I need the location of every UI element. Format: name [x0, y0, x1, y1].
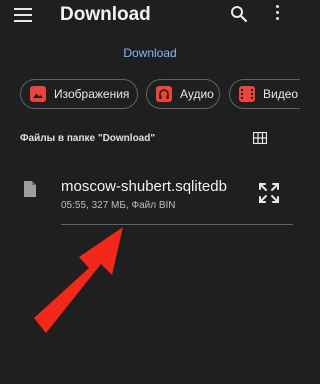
more-vert-icon[interactable]	[272, 5, 282, 25]
breadcrumb[interactable]: Download	[0, 46, 300, 60]
search-icon[interactable]	[230, 5, 248, 23]
filter-chip-images[interactable]: Изображения	[20, 79, 138, 109]
file-meta: 05:55, 327 МБ, Файл BIN	[61, 200, 176, 211]
app-bar: Download	[0, 0, 300, 32]
file-list-item[interactable]: moscow-shubert.sqlitedb 05:55, 327 МБ, Ф…	[0, 168, 300, 228]
filter-chips: Изображения Аудио Видео	[20, 79, 300, 111]
list-divider	[61, 224, 293, 225]
page-title: Download	[60, 4, 151, 25]
filter-chip-label: Аудио	[180, 87, 214, 101]
filter-chip-label: Изображения	[54, 87, 130, 101]
section-heading: Файлы в папке "Download"	[20, 133, 156, 144]
file-name: moscow-shubert.sqlitedb	[61, 178, 227, 195]
document-icon	[24, 181, 36, 197]
expand-icon[interactable]	[258, 182, 280, 204]
grid-view-icon[interactable]	[253, 132, 267, 144]
filter-chip-label: Видео	[263, 87, 299, 101]
hamburger-menu-icon[interactable]	[14, 8, 32, 22]
headphones-icon	[156, 86, 172, 102]
filter-chip-video[interactable]: Видео	[229, 79, 300, 109]
film-icon	[239, 86, 255, 102]
filter-chip-audio[interactable]: Аудио	[146, 79, 220, 109]
image-icon	[30, 86, 46, 102]
